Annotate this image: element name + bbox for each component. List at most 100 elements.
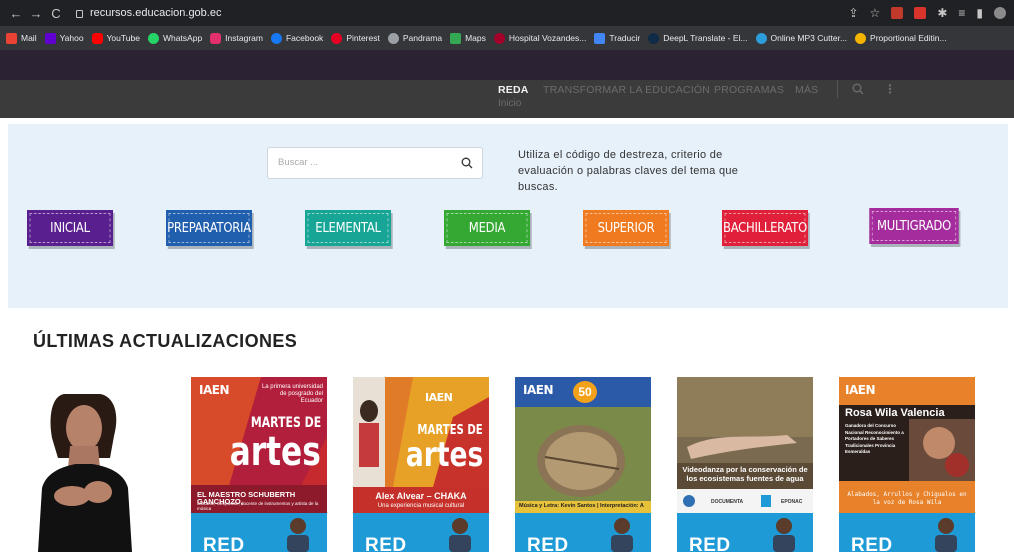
red-label: RED (851, 535, 893, 552)
card-caption: Música y Letra: Kevin Santos | Interpret… (519, 503, 644, 509)
side-panel-icon[interactable]: ▮ (976, 7, 983, 19)
profile-icon[interactable] (994, 7, 1006, 19)
level-button-bachillerato[interactable]: BACHILLERATO (722, 210, 808, 246)
bookmarks-bar: Mail Yahoo YouTube WhatsApp Instagram Fa… (0, 26, 1014, 50)
red-label: RED (365, 535, 407, 552)
card-poster: IAEN MARTES DE artes Alex Alvear – CHAKA… (353, 377, 489, 513)
bookmark-proportional[interactable]: Proportional Editin... (855, 32, 947, 44)
nav-item-transformar[interactable]: TRANSFORMAR LA EDUCACIÓN (543, 84, 710, 96)
extension-icon[interactable] (891, 7, 904, 19)
bookmark-pandrama[interactable]: Pandrama (387, 32, 442, 44)
card-tagline: La primera universidad de posgrado del E… (261, 384, 323, 404)
bookmark-whatsapp[interactable]: WhatsApp (147, 32, 202, 44)
nav-item-mas[interactable]: MÁS (795, 84, 818, 96)
bookmark-yahoo[interactable]: Yahoo (44, 32, 84, 44)
search-icon[interactable] (461, 157, 473, 169)
extension-icon[interactable] (914, 7, 927, 19)
iaen-logo: IAEN (523, 383, 554, 397)
browser-toolbar: ← → C recursos.educacion.gob.ec ⇪ ☆ ✱ ≡ … (0, 0, 1014, 26)
update-card[interactable]: IAEN MARTES DE artes Alex Alvear – CHAKA… (353, 377, 489, 552)
forward-arrow-icon[interactable]: → (26, 6, 46, 21)
update-card[interactable]: IAEN La primera universidad de posgrado … (191, 377, 327, 552)
search-input[interactable] (278, 157, 448, 168)
gmail-icon (6, 32, 17, 44)
facebook-icon (270, 32, 282, 44)
mascot-icon (773, 518, 795, 552)
card-poster: IAEN Rosa Wila Valencia Ganadora del Con… (839, 377, 975, 513)
iaen-logo: IAEN (199, 383, 230, 397)
back-arrow-icon[interactable]: ← (6, 6, 26, 21)
share-icon[interactable]: ⇪ (848, 7, 858, 19)
search-icon[interactable] (852, 83, 864, 95)
site-navigation: REDA TRANSFORMAR LA EDUCACIÓN PROGRAMAS … (0, 80, 1014, 118)
reading-list-icon[interactable]: ≡ (958, 7, 965, 19)
url-text: recursos.educacion.gob.ec (90, 7, 222, 19)
card-caption: Alabados, Arrullos y Chigualos en la voz… (847, 491, 967, 506)
level-button-inicial[interactable]: INICIAL (27, 210, 113, 246)
sign-language-interpreter-video (34, 388, 134, 552)
red-label: RED (689, 535, 731, 552)
bookmark-facebook[interactable]: Facebook (270, 32, 323, 44)
bookmark-icon (855, 32, 867, 44)
hospital-icon (493, 32, 505, 44)
bookmark-deepl[interactable]: DeepL Translate - El... (648, 32, 748, 44)
level-button-media[interactable]: MEDIA (444, 210, 530, 246)
card-series-title: artes (405, 435, 483, 475)
card-caption: Videodanza por la conservación de los ec… (682, 465, 808, 483)
puzzle-icon[interactable]: ✱ (937, 7, 947, 19)
search-field[interactable] (267, 147, 483, 179)
level-button-elemental[interactable]: ELEMENTAL (305, 210, 391, 246)
maps-icon (450, 32, 462, 44)
bookmark-instagram[interactable]: Instagram (210, 32, 263, 44)
cutter-icon (755, 32, 767, 44)
level-button-superior[interactable]: SUPERIOR (583, 210, 669, 246)
bookmark-mp3-cutter[interactable]: Online MP3 Cutter... (755, 32, 847, 44)
card-logo-documenta: DOCUMENTA (711, 499, 744, 505)
card-poster: IAEN 50 Música y Letra: Kevin Santos | I… (515, 377, 651, 513)
bookmark-youtube[interactable]: YouTube (91, 32, 140, 44)
breadcrumb[interactable]: Inicio (498, 98, 521, 109)
mascot-icon (935, 518, 957, 552)
nav-divider (837, 80, 838, 98)
translate-icon (594, 32, 606, 44)
site-top-bar (0, 50, 1014, 80)
update-card[interactable]: IAEN Rosa Wila Valencia Ganadora del Con… (839, 377, 975, 552)
anniversary-badge: 50 (573, 381, 597, 403)
instagram-icon (210, 32, 222, 44)
mascot-icon (449, 518, 471, 552)
level-button-multigrado[interactable]: MULTIGRADO (869, 208, 959, 244)
more-vertical-icon[interactable]: ⋮ (884, 82, 896, 96)
card-subcaption: cantante, compositor, docente de instrum… (197, 501, 319, 511)
card-series-title: artes (229, 429, 321, 475)
card-logo-eponac: EPONAC (781, 499, 803, 505)
bookmark-hospital[interactable]: Hospital Vozandes... (493, 32, 586, 44)
reload-icon[interactable]: C (46, 6, 66, 21)
card-caption: Alex Alvear – CHAKA (375, 491, 467, 501)
pinterest-icon (331, 32, 343, 44)
nav-item-programas[interactable]: PROGRAMAS (714, 84, 784, 96)
red-label: RED (527, 535, 569, 552)
whatsapp-icon (147, 32, 159, 44)
bookmark-maps[interactable]: Maps (450, 32, 486, 44)
yahoo-icon (44, 32, 56, 44)
card-award: Ganadora del Concurso Nacional Reconocim… (845, 423, 904, 454)
youtube-icon (91, 32, 103, 44)
card-poster: IAEN La primera universidad de posgrado … (191, 377, 327, 513)
deepl-icon (648, 32, 660, 44)
iaen-logo: IAEN (845, 383, 876, 397)
globe-icon (387, 32, 399, 44)
update-card[interactable]: Videodanza por la conservación de los ec… (677, 377, 813, 552)
card-subcaption: Una experiencia musical cultural (377, 503, 465, 509)
bookmark-traducir[interactable]: Traducir (594, 32, 640, 44)
bookmark-pinterest[interactable]: Pinterest (331, 32, 380, 44)
level-button-preparatoria[interactable]: PREPARATORIA (166, 210, 252, 246)
bookmark-mail[interactable]: Mail (6, 32, 37, 44)
card-poster: Videodanza por la conservación de los ec… (677, 377, 813, 513)
iaen-logo: IAEN (425, 391, 453, 404)
star-icon[interactable]: ☆ (870, 7, 881, 19)
lock-icon (76, 10, 83, 18)
card-person-name: Rosa Wila Valencia (845, 407, 945, 419)
nav-item-reda[interactable]: REDA (498, 84, 529, 96)
address-bar[interactable]: recursos.educacion.gob.ec (76, 7, 221, 19)
update-card[interactable]: IAEN 50 Música y Letra: Kevin Santos | I… (515, 377, 651, 552)
